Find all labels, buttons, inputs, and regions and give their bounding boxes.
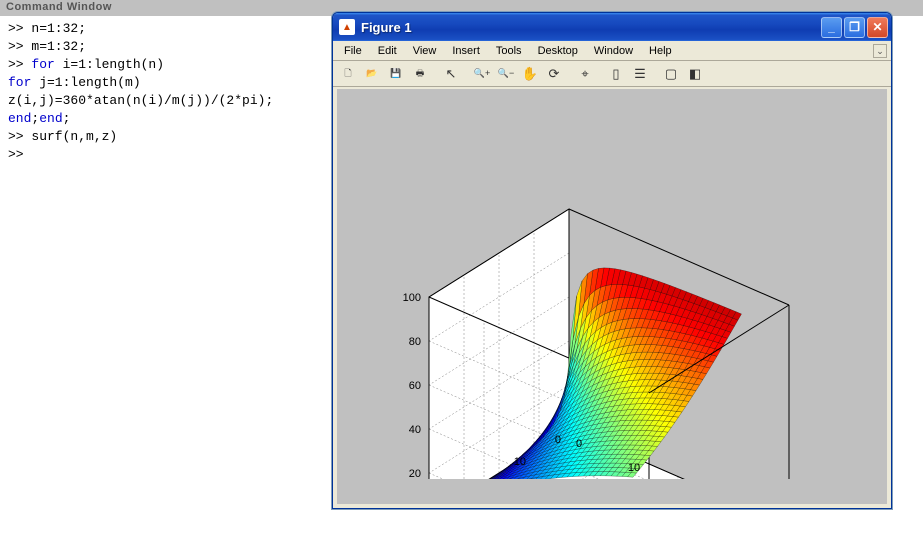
new-figure-icon[interactable]: 🗋 <box>337 63 359 85</box>
figure-titlebar[interactable]: ▲ Figure 1 _ ❐ ✕ <box>333 13 891 41</box>
zoom-out-icon[interactable]: 🔍− <box>495 63 517 85</box>
menu-view[interactable]: View <box>406 43 444 59</box>
figure-window[interactable]: ▲ Figure 1 _ ❐ ✕ FileEditViewInsertTools… <box>332 12 892 509</box>
axis-tick-label: 0 <box>576 438 582 450</box>
maximize-button[interactable]: ❐ <box>844 17 865 38</box>
axis-tick-label: 40 <box>409 424 421 436</box>
open-icon[interactable]: 📂 <box>361 63 383 85</box>
axis-tick-label: 20 <box>479 478 491 479</box>
plot-area: 020406080100010203040010203040 <box>337 89 887 504</box>
minimize-button[interactable]: _ <box>821 17 842 38</box>
colorbar-icon[interactable]: ▯ <box>605 63 627 85</box>
axis-tick-label: 60 <box>409 380 421 392</box>
figure-menubar: FileEditViewInsertToolsDesktopWindowHelp… <box>333 41 891 61</box>
pan-icon[interactable]: ✋ <box>519 63 541 85</box>
menubar-expand-icon[interactable]: ⌄ <box>873 44 887 58</box>
menu-window[interactable]: Window <box>587 43 640 59</box>
axis-tick-label: 0 <box>555 434 561 446</box>
close-button[interactable]: ✕ <box>867 17 888 38</box>
menu-file[interactable]: File <box>337 43 369 59</box>
axis-tick-label: 10 <box>514 456 526 468</box>
print-icon[interactable]: 🖶 <box>409 63 431 85</box>
axis-tick-label: 100 <box>403 292 421 304</box>
menu-edit[interactable]: Edit <box>371 43 404 59</box>
axis-tick-label: 20 <box>409 468 421 479</box>
pointer-icon[interactable]: ↖ <box>440 63 462 85</box>
data-cursor-icon[interactable]: ⌖ <box>574 63 596 85</box>
axis-tick-label: 80 <box>409 336 421 348</box>
legend-icon[interactable]: ☰ <box>629 63 651 85</box>
show-plot-tools-icon[interactable]: ◧ <box>684 63 706 85</box>
save-icon[interactable]: 💾 <box>385 63 407 85</box>
menu-desktop[interactable]: Desktop <box>531 43 585 59</box>
menu-help[interactable]: Help <box>642 43 679 59</box>
figure-title: Figure 1 <box>361 20 815 35</box>
axis-tick-label: 10 <box>628 462 640 474</box>
hide-plot-tools-icon[interactable]: ▢ <box>660 63 682 85</box>
zoom-in-icon[interactable]: 🔍+ <box>471 63 493 85</box>
window-controls: _ ❐ ✕ <box>821 17 888 38</box>
axes-3d[interactable]: 020406080100010203040010203040 <box>399 99 849 479</box>
matlab-figure-icon: ▲ <box>339 19 355 35</box>
menu-insert[interactable]: Insert <box>445 43 487 59</box>
figure-toolbar: 🗋📂💾🖶 ↖ 🔍+🔍−✋⟳ ⌖ ▯☰ ▢◧ <box>333 61 891 87</box>
menu-tools[interactable]: Tools <box>489 43 529 59</box>
rotate-3d-icon[interactable]: ⟳ <box>543 63 565 85</box>
